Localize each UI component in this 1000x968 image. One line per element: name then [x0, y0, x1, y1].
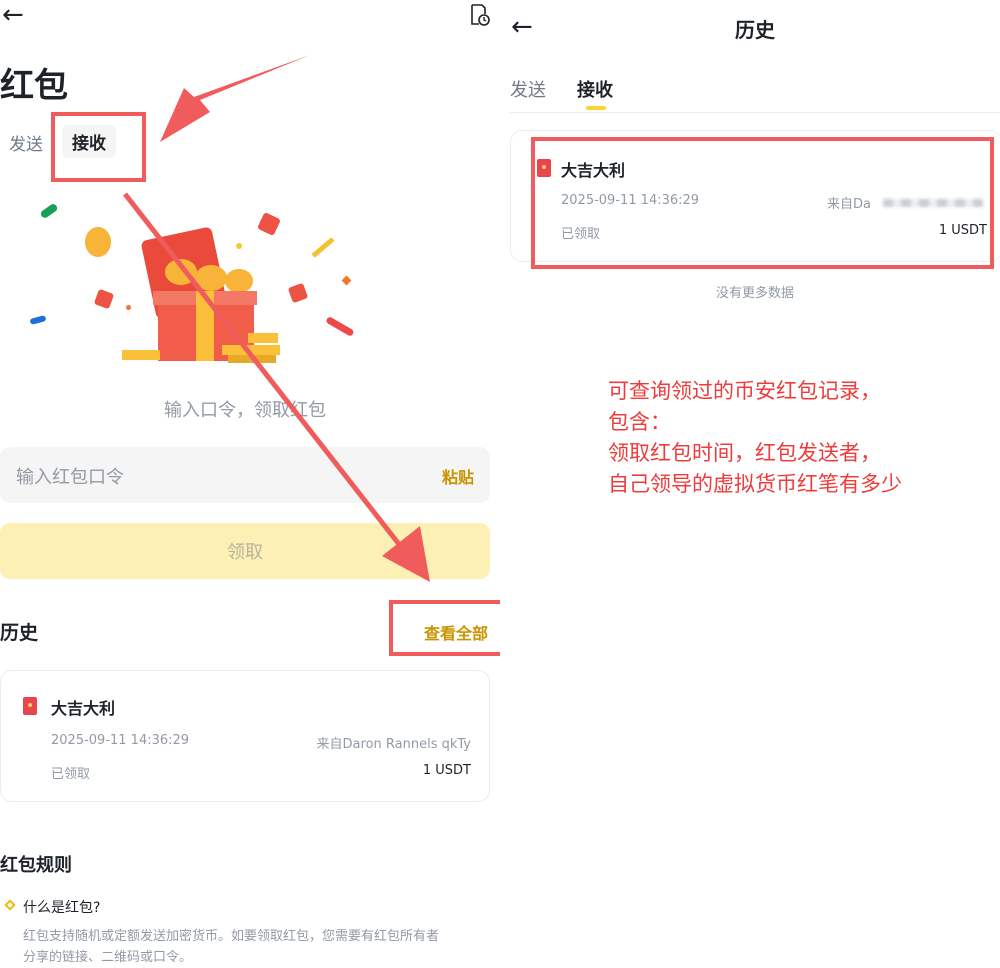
- annotation-arrows: [123, 55, 430, 582]
- arrow-to-receive-tab: [160, 55, 310, 142]
- arrow-line-to-view-all: [123, 192, 404, 550]
